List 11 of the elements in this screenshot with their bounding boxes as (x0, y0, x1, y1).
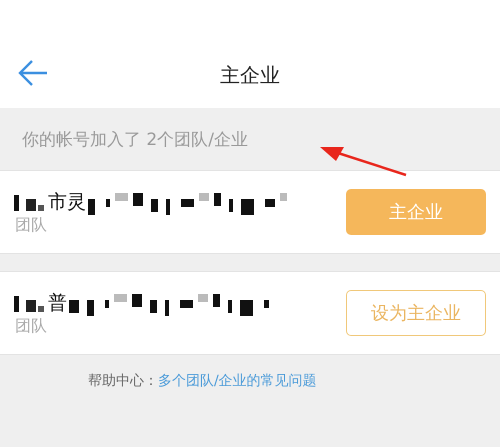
team-name: 普 (48, 290, 67, 316)
page-title: 主企业 (220, 62, 280, 88)
main-enterprise-button[interactable]: 主企业 (346, 189, 486, 235)
team-type: 团队 (15, 316, 48, 336)
back-icon[interactable] (18, 60, 48, 86)
main-enterprise-button[interactable]: 设为主企业 (346, 290, 486, 336)
notice-text: 你的帐号加入了 2个团队/企业 (22, 128, 248, 150)
help-label: 帮助中心： (88, 372, 158, 390)
team-name: 市灵 (48, 190, 86, 214)
team-type: 团队 (15, 214, 48, 236)
help-link[interactable]: 多个团队/企业的常见问题 (158, 372, 317, 390)
